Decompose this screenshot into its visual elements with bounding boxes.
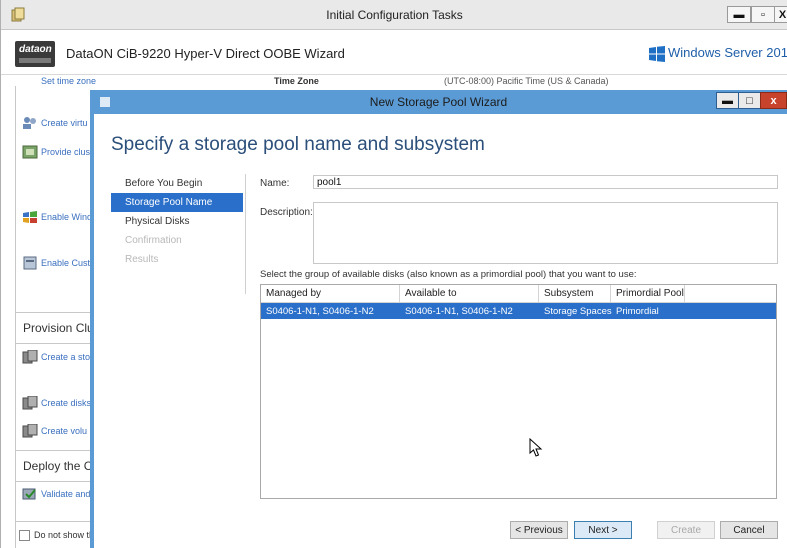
task-label: Enable Cust xyxy=(41,258,91,268)
close-button[interactable]: X xyxy=(774,6,787,23)
section-deploy: Deploy the C xyxy=(16,450,96,482)
task-label: Enable Wind xyxy=(41,212,93,222)
task-enable-windows[interactable]: Enable Wind xyxy=(22,210,92,224)
outer-title-bar[interactable]: Initial Configuration Tasks ▬ ▫ X xyxy=(1,0,787,30)
description-input[interactable] xyxy=(313,202,778,264)
do-not-show-option[interactable]: Do not show th xyxy=(15,521,95,548)
task-create-virtual[interactable]: Create virtu xyxy=(22,116,88,130)
windows-update-icon xyxy=(23,211,37,223)
description-label: Description: xyxy=(260,207,313,218)
column-available-to[interactable]: Available to xyxy=(400,285,539,303)
step-results: Results xyxy=(125,254,159,265)
column-subsystem[interactable]: Subsystem xyxy=(539,285,611,303)
users-icon xyxy=(23,117,36,129)
pool-instruction: Select the group of available disks (als… xyxy=(260,269,637,280)
cell-available-to: S0406-1-N1, S0406-1-N2 xyxy=(405,306,513,317)
name-label: Name: xyxy=(260,178,290,189)
cell-managed-by: S0406-1-N1, S0406-1-N2 xyxy=(266,306,374,317)
task-validate[interactable]: Validate and xyxy=(22,487,90,501)
dialog-title: New Storage Pool Wizard xyxy=(369,95,508,109)
do-not-show-checkbox[interactable] xyxy=(19,529,30,541)
step-physical-disks[interactable]: Physical Disks xyxy=(111,212,243,231)
dataon-logo: dataon xyxy=(15,41,55,67)
column-primordial-pool[interactable]: Primordial Pool xyxy=(611,285,685,303)
time-zone-row: Set time zone Time Zone (UTC-08:00) Paci… xyxy=(11,76,787,86)
dialog-maximize-button[interactable]: □ xyxy=(738,92,761,109)
dialog-title-bar[interactable]: New Storage Pool Wizard ▬ □ x xyxy=(90,90,787,114)
wizard-name: DataON CiB-9220 Hyper-V Direct OOBE Wiza… xyxy=(66,46,345,61)
next-button[interactable]: Next > xyxy=(574,521,632,539)
primordial-pool-table: Managed by Available to Subsystem Primor… xyxy=(260,284,777,499)
windows-server-brand: Windows Server 2012 R xyxy=(668,45,787,60)
dialog-minimize-button[interactable]: ▬ xyxy=(716,92,739,109)
time-zone-value: (UTC-08:00) Pacific Time (US & Canada) xyxy=(444,76,609,86)
task-label: Create disks xyxy=(41,398,92,408)
time-zone-label: Time Zone xyxy=(274,76,319,86)
step-confirmation: Confirmation xyxy=(125,235,182,246)
outer-window-title: Initial Configuration Tasks xyxy=(326,8,463,22)
dialog-close-button[interactable]: x xyxy=(760,92,787,109)
table-row[interactable]: S0406-1-N1, S0406-1-N2 S0406-1-N1, S0406… xyxy=(261,303,776,319)
create-button: Create xyxy=(657,521,715,539)
task-list: Create virtu Provide clus Enable Wind En… xyxy=(15,86,96,548)
do-not-show-label: Do not show th xyxy=(34,530,95,540)
task-label: Validate and xyxy=(41,489,91,499)
steps-divider xyxy=(245,174,246,294)
server-icon xyxy=(23,256,37,270)
dialog-body: Specify a storage pool name and subsyste… xyxy=(94,114,787,548)
disks-icon xyxy=(22,396,38,410)
validate-icon xyxy=(22,488,36,500)
cancel-button[interactable]: Cancel xyxy=(720,521,778,539)
step-before-you-begin[interactable]: Before You Begin xyxy=(111,174,243,193)
new-storage-pool-wizard: New Storage Pool Wizard ▬ □ x Specify a … xyxy=(90,90,787,548)
section-provision: Provision Clu xyxy=(16,312,96,344)
previous-button[interactable]: < Previous xyxy=(510,521,568,539)
volume-icon xyxy=(22,424,38,438)
wizard-header: dataon DataON CiB-9220 Hyper-V Direct OO… xyxy=(1,31,787,75)
storage-icon xyxy=(22,350,38,364)
set-time-zone-link[interactable]: Set time zone xyxy=(41,76,96,86)
logo-text: dataon xyxy=(19,44,52,55)
page-heading: Specify a storage pool name and subsyste… xyxy=(111,134,485,155)
table-header: Managed by Available to Subsystem Primor… xyxy=(261,285,776,303)
cell-subsystem: Storage Spaces xyxy=(544,306,612,317)
step-storage-pool-name[interactable]: Storage Pool Name xyxy=(111,193,243,212)
task-label: Create virtu xyxy=(41,118,88,128)
column-managed-by[interactable]: Managed by xyxy=(261,285,400,303)
minimize-button[interactable]: ▬ xyxy=(727,6,751,23)
task-label: Provide clus xyxy=(41,147,91,157)
mouse-cursor-icon xyxy=(529,438,543,457)
task-create-volume[interactable]: Create volu xyxy=(22,424,87,438)
maximize-button[interactable]: ▫ xyxy=(751,6,775,23)
task-create-disks[interactable]: Create disks xyxy=(22,396,91,410)
task-enable-customer[interactable]: Enable Cust xyxy=(22,256,90,270)
task-create-storage[interactable]: Create a sto xyxy=(22,350,90,364)
cluster-icon xyxy=(22,145,38,159)
task-provide-cluster[interactable]: Provide clus xyxy=(22,145,90,159)
cell-primordial-pool: Primordial xyxy=(616,306,659,317)
pool-name-input[interactable] xyxy=(313,175,778,189)
task-label: Create volu xyxy=(41,426,88,436)
task-label: Create a sto xyxy=(41,352,91,362)
wizard-steps: Before You Begin Storage Pool Name Physi… xyxy=(111,174,243,269)
windows-logo-icon xyxy=(649,46,665,62)
